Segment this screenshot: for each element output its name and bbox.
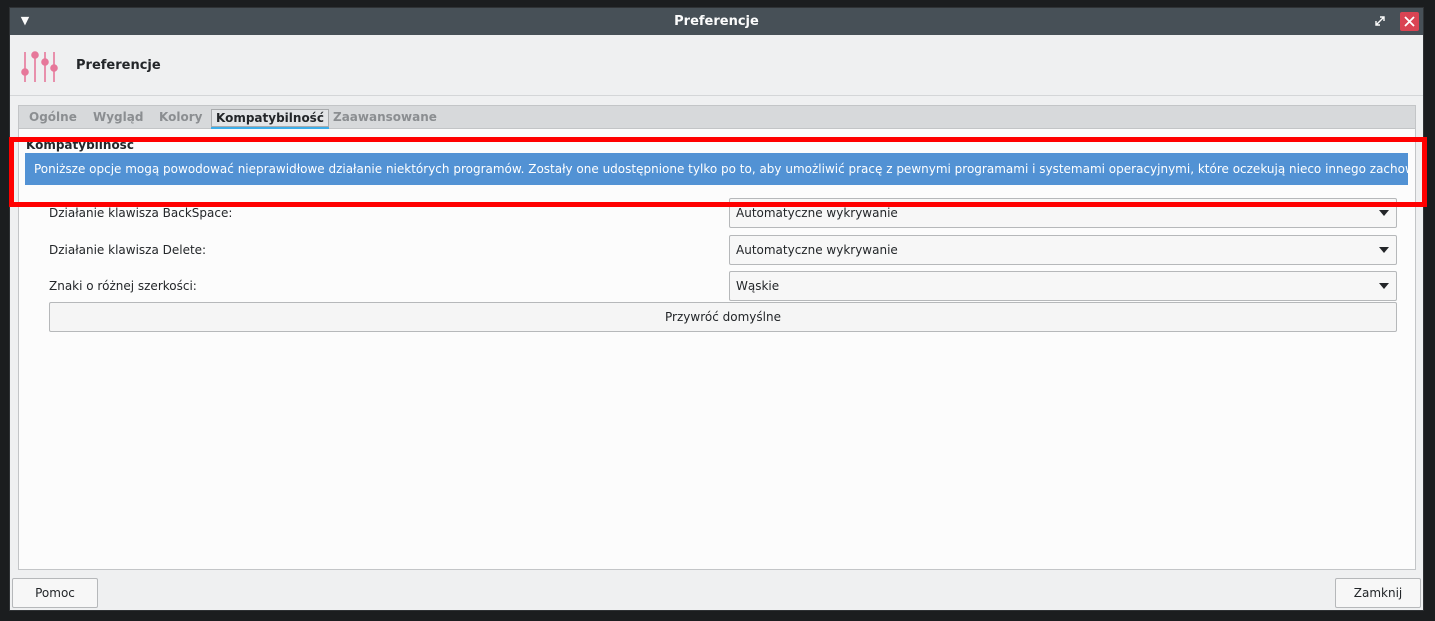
chevron-down-icon: [1379, 210, 1389, 216]
delete-label: Działanie klawisza Delete:: [49, 243, 207, 257]
width-label: Znaki o różnej szerkości:: [49, 279, 197, 293]
compatibility-panel: Kompatybilność Poniższe opcje mogą powod…: [18, 129, 1416, 570]
backspace-select-value: Automatyczne wykrywanie: [736, 206, 898, 220]
sliders-icon: [21, 51, 58, 82]
tab-general[interactable]: Ogólne: [25, 109, 81, 127]
group-title: Kompatybilność: [26, 138, 134, 152]
tab-appearance[interactable]: Wygląd: [89, 109, 147, 127]
chevron-down-icon: [1379, 283, 1389, 289]
backspace-select[interactable]: Automatyczne wykrywanie: [729, 198, 1397, 228]
close-button[interactable]: Zamknij: [1335, 578, 1421, 608]
tab-advanced[interactable]: Zaawansowane: [329, 109, 441, 127]
tab-compatibility[interactable]: Kompatybilność: [211, 109, 329, 130]
info-message: Poniższe opcje mogą powodować nieprawidł…: [25, 153, 1408, 185]
delete-select[interactable]: Automatyczne wykrywanie: [729, 235, 1397, 265]
help-button[interactable]: Pomoc: [12, 578, 98, 608]
width-select-value: Wąskie: [736, 279, 780, 293]
preferences-window: ▼ Preferencje Preferencje Ogólne Wygląd …: [9, 7, 1424, 611]
tab-colors[interactable]: Kolory: [155, 109, 206, 127]
title-bar[interactable]: ▼ Preferencje: [10, 8, 1423, 35]
backspace-label: Działanie klawisza BackSpace:: [49, 206, 233, 220]
reset-defaults-button[interactable]: Przywróć domyślne: [49, 302, 1397, 332]
tab-bar: Ogólne Wygląd Kolory Kompatybilność Zaaw…: [18, 105, 1416, 130]
window-title: Preferencje: [674, 14, 759, 29]
width-select[interactable]: Wąskie: [729, 271, 1397, 301]
chevron-down-icon: [1379, 247, 1389, 253]
header-title: Preferencje: [76, 58, 161, 73]
delete-select-value: Automatyczne wykrywanie: [736, 243, 898, 257]
close-icon: [1404, 16, 1415, 27]
dialog-header: Preferencje: [10, 35, 1423, 96]
close-window-button[interactable]: [1400, 12, 1419, 31]
restore-icon[interactable]: [1373, 14, 1387, 28]
